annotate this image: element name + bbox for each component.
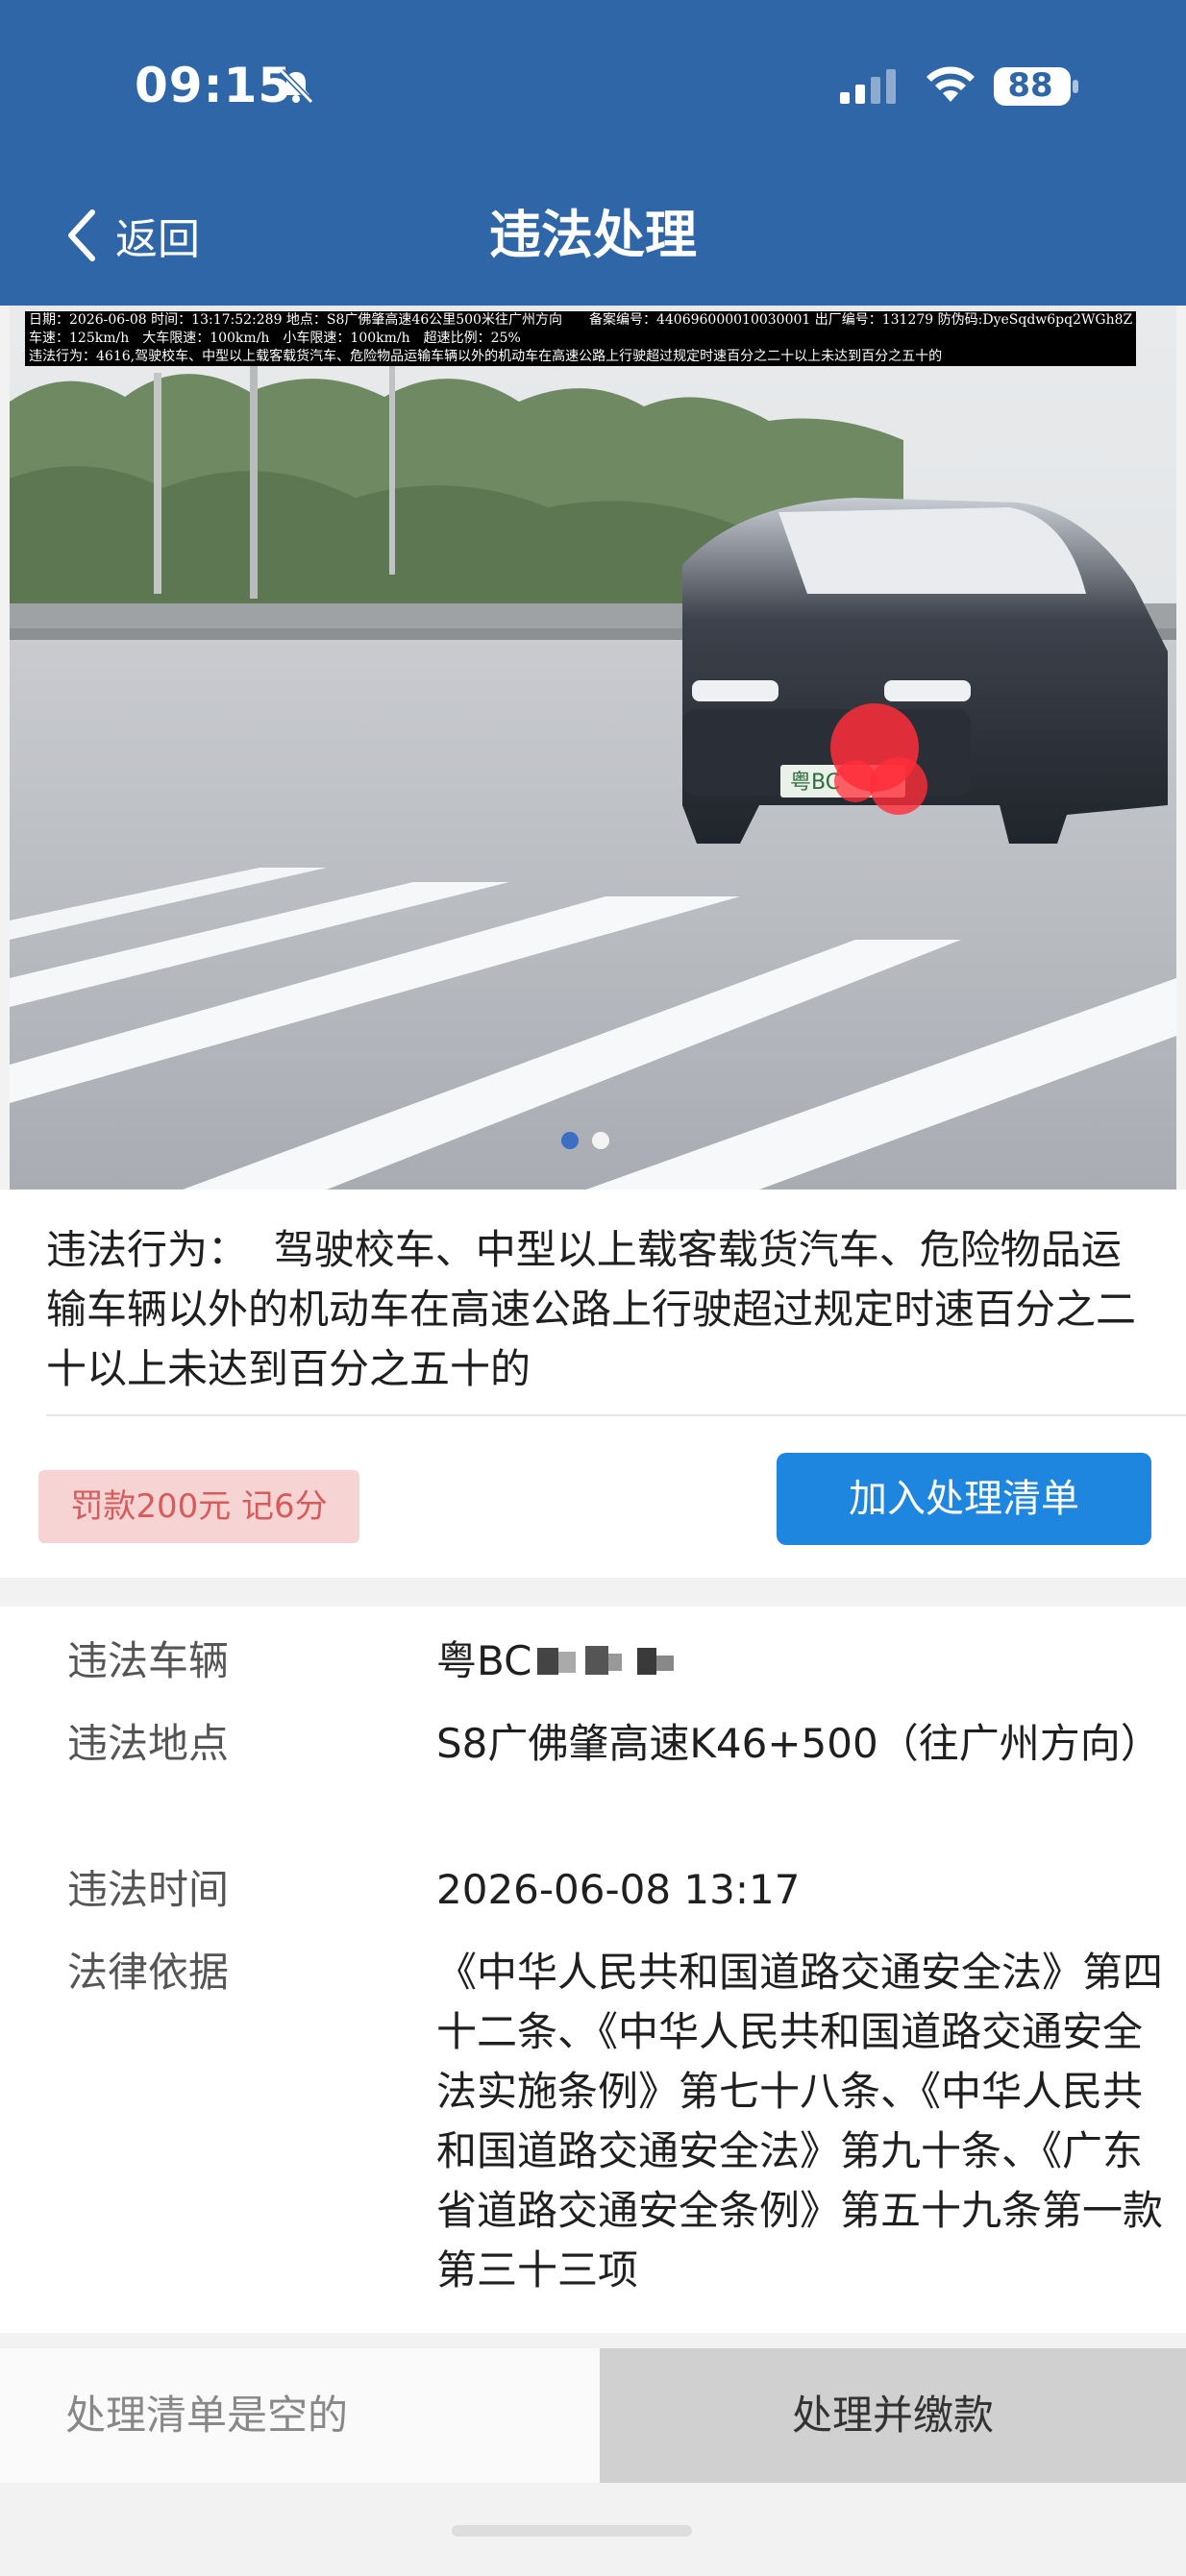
wifi-icon xyxy=(927,66,975,102)
detail-label-vehicle: 违法车辆 xyxy=(67,1637,230,1684)
header-bar: 09:15 88 返回 违法处理 xyxy=(0,0,1186,306)
detail-value-location: S8广佛肇高速K46+500（往广州方向） xyxy=(436,1720,1161,1767)
pager-dot-active[interactable] xyxy=(561,1132,579,1149)
detail-label-time: 违法时间 xyxy=(67,1866,230,1913)
overlay-line: 违法行为：4616,驾驶校车、中型以上载客载货汽车、危险物品运输车辆以外的机动车… xyxy=(29,349,943,364)
detail-value-legal-basis: 《中华人民共和国道路交通安全法》第四十二条、《中华人民共和国道路交通安全法实施条… xyxy=(436,1949,1164,2294)
fine-badge: 罚款200元 记6分 xyxy=(38,1470,359,1543)
battery-level: 88 xyxy=(1007,66,1053,105)
behavior-label: 违法行为： xyxy=(46,1226,249,1273)
back-label: 返回 xyxy=(115,215,200,264)
plate-mosaic xyxy=(537,1646,675,1675)
process-and-pay-button[interactable]: 处理并缴款 xyxy=(600,2348,1186,2483)
detail-label-legal-basis: 法律依据 xyxy=(67,1949,230,1996)
chevron-left-icon xyxy=(68,209,95,261)
empty-list-text: 处理清单是空的 xyxy=(65,2392,349,2439)
carousel-pager[interactable] xyxy=(561,1132,609,1149)
processing-list-status: 处理清单是空的 xyxy=(0,2348,600,2483)
add-to-list-button[interactable]: 加入处理清单 xyxy=(777,1453,1151,1545)
overlay-line: 日期：2026-06-08 时间：13:17:52:289 地点：S8广佛肇高速… xyxy=(29,312,1133,328)
detail-value-vehicle: 粤BC xyxy=(436,1631,1167,1691)
bell-off-icon xyxy=(279,68,314,105)
violation-summary-card: 违法行为： 驾驶校车、中型以上载客载货汽车、危险物品运输车辆以外的机动车在高速公… xyxy=(0,1190,1186,1578)
violation-photo: 粤BC xyxy=(10,306,1176,1190)
divider xyxy=(46,1414,1186,1416)
photo-overlay-text: 日期：2026-06-08 时间：13:17:52:289 地点：S8广佛肇高速… xyxy=(25,311,1137,366)
plate-text: 粤BC xyxy=(790,771,840,795)
violation-behavior: 违法行为： 驾驶校车、中型以上载客载货汽车、危险物品运输车辆以外的机动车在高速公… xyxy=(46,1220,1151,1399)
detail-label-location: 违法地点 xyxy=(67,1720,230,1767)
violation-photo-carousel[interactable]: 粤BC 日期：2026-06-08 时间：13:17:52:289 地点：S8广… xyxy=(10,306,1176,1190)
detail-value-time: 2026-06-08 13:17 xyxy=(436,1866,801,1913)
back-button[interactable]: 返回 xyxy=(63,202,200,269)
overlay-line: 车速：125km/h 大车限速：100km/h 小车限速：100km/h 超速比… xyxy=(29,331,521,346)
signal-icon xyxy=(840,69,896,104)
status-time: 09:15 xyxy=(135,58,293,113)
home-indicator[interactable] xyxy=(452,2525,692,2537)
plate-number: 粤BC xyxy=(436,1637,532,1684)
pager-dot[interactable] xyxy=(592,1132,609,1149)
violation-details: 违法车辆 粤BC 违法地点 S8广佛肇高速K46+500（往广州方向） 违法时间… xyxy=(0,1607,1186,2333)
